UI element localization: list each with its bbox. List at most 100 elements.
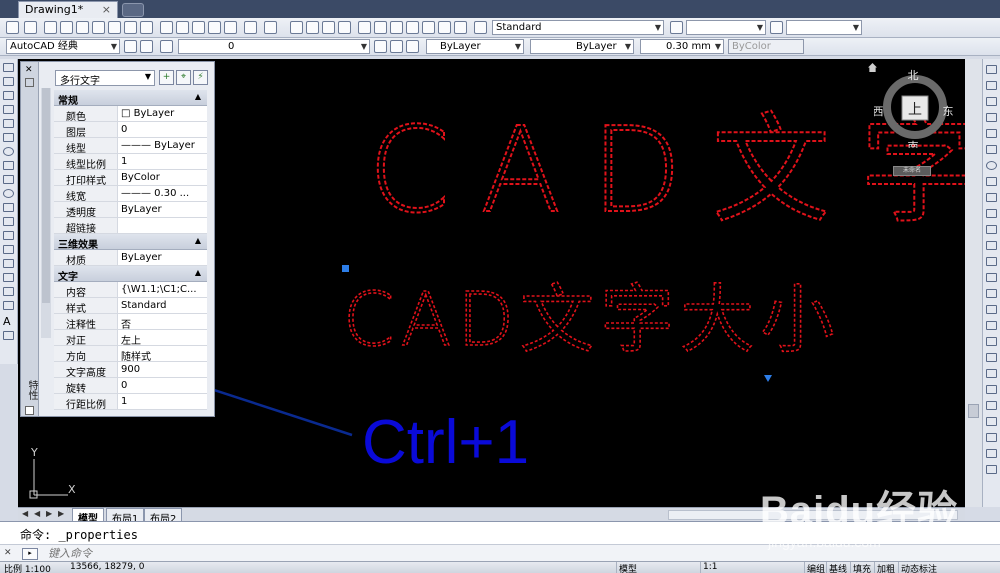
text-style-icon[interactable]	[474, 21, 487, 34]
property-value[interactable]: {\W1.1;\C1;C...	[118, 282, 207, 297]
region-icon[interactable]	[3, 287, 14, 296]
close-icon[interactable]: ×	[102, 3, 111, 16]
group-button[interactable]: 编组	[804, 562, 827, 573]
snap-endpoint-icon[interactable]	[986, 337, 997, 346]
property-value[interactable]	[118, 218, 207, 233]
markup-icon[interactable]	[422, 21, 435, 34]
snap-intersection-icon[interactable]	[986, 369, 997, 378]
arc-icon[interactable]	[3, 133, 14, 142]
compass-east[interactable]: 东	[943, 105, 954, 118]
property-value[interactable]: 1	[118, 394, 207, 409]
section-general[interactable]: 常规 ▲	[54, 90, 207, 107]
export-icon[interactable]	[24, 21, 37, 34]
auto-hide-icon[interactable]	[25, 78, 34, 87]
next-tab-icon[interactable]: ▶	[46, 509, 56, 520]
3d-print-icon[interactable]	[140, 21, 153, 34]
compass-west[interactable]: 西	[874, 105, 884, 118]
explode-icon[interactable]	[986, 321, 997, 330]
line-icon[interactable]	[3, 63, 14, 72]
compass-south[interactable]: 南	[908, 140, 919, 148]
break-icon[interactable]	[986, 257, 997, 266]
annotation-scale-readout[interactable]: 比例 1:100	[4, 562, 51, 573]
section-3d-effects[interactable]: 三维效果 ▲	[54, 234, 207, 251]
layer-manager-icon[interactable]	[160, 40, 173, 53]
dim-style-icon[interactable]	[670, 21, 683, 34]
property-value[interactable]: ByLayer	[118, 202, 207, 217]
tab-model[interactable]: 模型	[72, 508, 104, 525]
tool-palettes-icon[interactable]	[390, 21, 403, 34]
save-icon[interactable]	[76, 21, 89, 34]
property-value[interactable]: 否	[118, 314, 207, 329]
spline-icon[interactable]	[3, 175, 14, 184]
command-input[interactable]	[48, 546, 748, 561]
print-preview-icon[interactable]	[108, 21, 121, 34]
snap-center-icon[interactable]	[986, 385, 997, 394]
snap-midpoint-icon[interactable]	[986, 353, 997, 362]
ellipse-arc-icon[interactable]	[3, 203, 14, 212]
table-icon[interactable]	[3, 301, 14, 310]
offset-icon[interactable]	[986, 113, 997, 122]
property-value[interactable]: Standard	[118, 298, 207, 313]
multiline-text-icon[interactable]: A	[3, 316, 14, 327]
block-editor-icon[interactable]	[224, 21, 237, 34]
property-value[interactable]: ByLayer	[118, 250, 207, 265]
property-value[interactable]: 0	[118, 122, 207, 137]
property-row[interactable]: 对正 左上	[54, 330, 207, 346]
property-row[interactable]: 超链接	[54, 218, 207, 234]
make-current-icon[interactable]	[374, 40, 387, 53]
grip-width-arrow[interactable]	[764, 375, 772, 382]
vertical-scrollbar[interactable]	[965, 59, 982, 507]
zoom-realtime-icon[interactable]	[306, 21, 319, 34]
insert-block-icon[interactable]	[3, 217, 14, 226]
tab-layout2[interactable]: 布局2	[144, 508, 183, 525]
coordinate-readout[interactable]: 13566, 18279, 0	[70, 562, 144, 572]
help-icon[interactable]	[454, 21, 467, 34]
property-row[interactable]: 旋转 0	[54, 378, 207, 394]
close-icon[interactable]: ✕	[4, 548, 14, 558]
mirror-icon[interactable]	[986, 97, 997, 106]
bold-button[interactable]: 加粗	[874, 562, 897, 573]
publish-icon[interactable]	[124, 21, 137, 34]
text-style-select[interactable]: Standard ▼	[492, 20, 664, 35]
polyline-icon[interactable]	[3, 91, 14, 100]
layer-select[interactable]: 0 ▼	[178, 39, 370, 54]
fillet-icon[interactable]	[986, 305, 997, 314]
open-file-icon[interactable]	[60, 21, 73, 34]
toggle-pickadd-button[interactable]: +	[159, 70, 174, 85]
color-select[interactable]: ByLayer ▼	[426, 39, 524, 54]
zoom-previous-icon[interactable]	[338, 21, 351, 34]
revision-cloud-icon[interactable]	[3, 161, 14, 170]
property-row[interactable]: 内容 {\W1.1;\C1;C...	[54, 282, 207, 298]
palette-side-bar[interactable]: ✕ 特性	[21, 62, 39, 416]
new-file-icon[interactable]	[44, 21, 57, 34]
property-row[interactable]: 材质 ByLayer	[54, 250, 207, 266]
palette-menu-icon[interactable]	[25, 406, 34, 415]
ucs-menu-button[interactable]: 未命名	[893, 166, 931, 176]
annotation-scale-button[interactable]: 1:1	[700, 562, 719, 573]
property-value[interactable]: ByColor	[118, 170, 207, 185]
command-menu-icon[interactable]: ▸	[22, 548, 38, 560]
palette-scrollbar[interactable]	[41, 88, 51, 338]
snap-quadrant-icon[interactable]	[986, 401, 997, 410]
property-row[interactable]: 线宽 ——— 0.30 ...	[54, 186, 207, 202]
redo-icon[interactable]	[264, 21, 277, 34]
model-space-button[interactable]: 模型	[616, 562, 639, 573]
paste-icon[interactable]	[192, 21, 205, 34]
property-row[interactable]: 透明度 ByLayer	[54, 202, 207, 218]
tab-layout1[interactable]: 布局1	[106, 508, 145, 525]
property-value[interactable]: 0	[118, 378, 207, 393]
baseline-button[interactable]: 基线	[826, 562, 849, 573]
rectangle-icon[interactable]	[3, 119, 14, 128]
workspace-select[interactable]: AutoCAD 经典 ▼	[6, 39, 120, 54]
hatch-icon[interactable]	[3, 259, 14, 268]
move-icon[interactable]	[986, 145, 997, 154]
section-text[interactable]: 文字 ▲	[54, 266, 207, 283]
design-center-icon[interactable]	[374, 21, 387, 34]
property-row[interactable]: 图层 0	[54, 122, 207, 138]
palette-scrollbar-thumb[interactable]	[42, 88, 50, 303]
close-icon[interactable]: ✕	[25, 66, 34, 75]
polygon-icon[interactable]	[3, 105, 14, 114]
compass-north[interactable]: 北	[908, 69, 919, 82]
sheet-set-icon[interactable]	[406, 21, 419, 34]
construction-line-icon[interactable]	[3, 77, 14, 86]
